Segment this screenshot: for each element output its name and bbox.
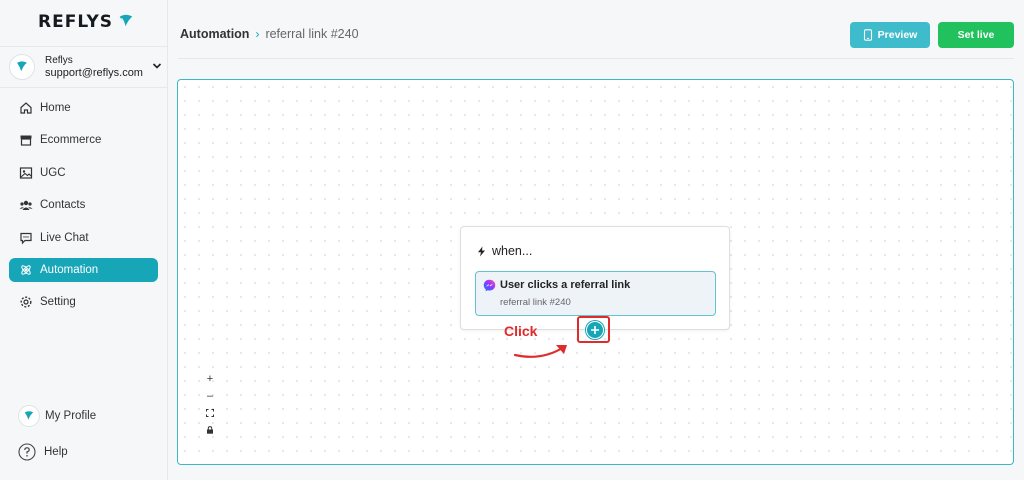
sidebar-nav: Home Ecommerce UGC Contacts Live Chat Au…: [9, 96, 158, 323]
set-live-button[interactable]: Set live: [938, 22, 1014, 48]
node-heading: when...: [477, 244, 532, 258]
sidebar-item-label: Contacts: [40, 199, 86, 212]
trigger-node[interactable]: when... User clicks a referral link refe…: [460, 226, 730, 330]
help-icon: [18, 443, 36, 461]
sidebar-item-label: Live Chat: [40, 231, 89, 244]
brand-mark-icon: [24, 411, 34, 420]
brand-mark-icon: [119, 14, 133, 28]
brand-logo[interactable]: REFLYS: [38, 12, 135, 32]
sidebar-item-label: Ecommerce: [40, 134, 102, 147]
lock-icon: [207, 425, 213, 434]
gear-icon: [20, 296, 32, 308]
plus-icon: [591, 326, 599, 334]
sidebar-item-label: Help: [44, 446, 68, 458]
breadcrumb-root[interactable]: Automation: [180, 27, 249, 41]
image-icon: [19, 167, 33, 179]
sidebar-item-automation[interactable]: Automation: [9, 257, 158, 282]
preview-label: Preview: [877, 29, 918, 41]
lock-button[interactable]: [202, 421, 218, 438]
sidebar-item-label: UGC: [40, 166, 66, 179]
add-step-button[interactable]: [586, 321, 604, 339]
sidebar-item-label: Setting: [40, 296, 76, 309]
home-icon: [20, 102, 32, 114]
avatar: [18, 405, 40, 427]
sidebar-item-ugc[interactable]: UGC: [9, 161, 158, 185]
account-email: support@reflys.com: [45, 67, 143, 79]
header-divider: [178, 58, 1014, 59]
messenger-icon: [483, 279, 496, 292]
sidebar-item-contacts[interactable]: Contacts: [9, 193, 158, 217]
trigger-title: User clicks a referral link: [500, 279, 631, 291]
brand-mark-icon: [17, 61, 27, 72]
avatar: [9, 54, 35, 80]
breadcrumb-current: referral link #240: [265, 27, 359, 41]
preview-button[interactable]: Preview: [850, 22, 930, 48]
sidebar-item-live-chat[interactable]: Live Chat: [9, 226, 158, 250]
zoom-out-button[interactable]: –: [202, 387, 218, 404]
automation-icon: [21, 265, 31, 275]
sidebar-item-ecommerce[interactable]: Ecommerce: [9, 128, 158, 152]
sidebar-item-help[interactable]: Help: [18, 443, 68, 461]
users-icon: [19, 200, 33, 211]
sidebar-item-label: Home: [40, 102, 71, 114]
trigger-subtitle: referral link #240: [500, 297, 571, 308]
sidebar-item-setting[interactable]: Setting: [9, 290, 158, 314]
brand-name: REFLYS: [38, 12, 114, 32]
sidebar-item-label: Automation: [40, 263, 99, 276]
node-heading-text: when...: [492, 244, 533, 258]
curved-arrow-icon: [513, 345, 567, 358]
canvas-controls: + –: [202, 370, 218, 438]
fit-view-icon: [206, 408, 214, 417]
lightning-icon: [478, 246, 485, 256]
sidebar: REFLYS Reflys support@reflys.com Home Ec…: [0, 0, 168, 480]
sidebar-item-label: My Profile: [45, 410, 97, 422]
trigger-card[interactable]: User clicks a referral link referral lin…: [475, 271, 716, 316]
sidebar-item-my-profile[interactable]: My Profile: [18, 405, 96, 427]
account-switcher[interactable]: Reflys support@reflys.com: [0, 46, 168, 88]
chat-icon: [20, 232, 32, 245]
account-name: Reflys: [45, 55, 73, 66]
chevron-down-icon[interactable]: [152, 61, 162, 71]
phone-icon: [863, 29, 872, 41]
chevron-right-icon: ›: [255, 27, 260, 41]
zoom-in-button[interactable]: +: [202, 370, 218, 387]
sidebar-item-home[interactable]: Home: [9, 96, 158, 120]
store-icon: [20, 135, 32, 146]
breadcrumb: Automation › referral link #240: [180, 27, 359, 41]
fit-view-button[interactable]: [202, 404, 218, 421]
